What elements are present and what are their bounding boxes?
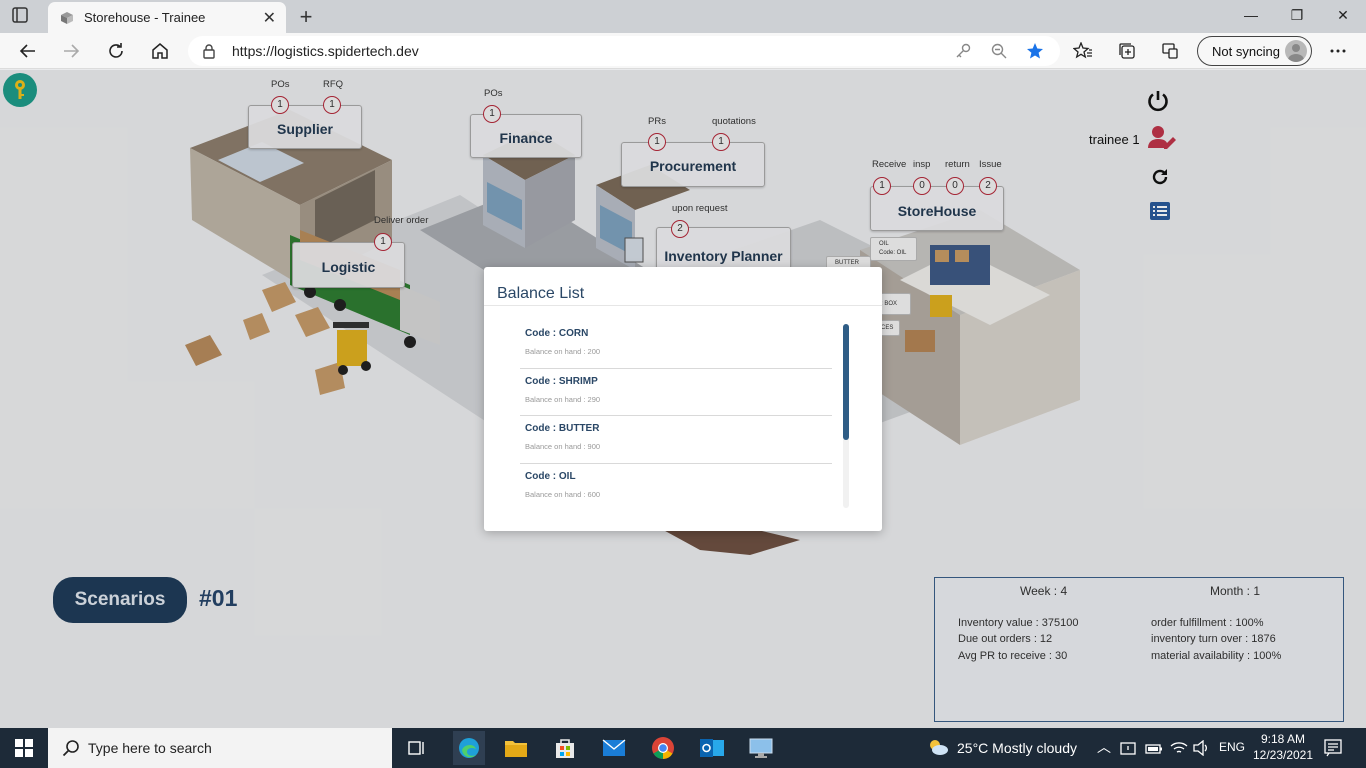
clock-date: 12/23/2021 (1252, 748, 1314, 762)
browser-tab-bar: Storehouse - Trainee ✕ + — ❐ ✕ (0, 0, 1366, 33)
item-code: Code : CORN (525, 328, 589, 339)
modal-divider (484, 305, 882, 306)
balance-list[interactable]: Code : CORN Balance on hand : 200 Code :… (520, 321, 832, 509)
notifications-icon[interactable] (1324, 739, 1342, 762)
favicon-icon (61, 12, 73, 24)
item-balance: Balance on hand : 900 (525, 442, 601, 451)
remote-desktop-icon[interactable] (747, 734, 775, 762)
tab-close-icon[interactable]: ✕ (263, 8, 276, 28)
item-code: Code : SHRIMP (525, 375, 598, 387)
tray-chevron-up-icon[interactable]: ︿ (1097, 737, 1111, 757)
weather-text[interactable]: 25°C Mostly cloudy (957, 740, 1077, 756)
zoom-out-icon[interactable] (990, 42, 1008, 60)
weather-cloud-icon[interactable] (927, 738, 949, 761)
tab-title: Storehouse - Trainee (84, 10, 206, 25)
list-item[interactable]: Code : OIL Balance on hand : 600 (520, 464, 832, 510)
tab-actions-icon[interactable] (12, 7, 36, 27)
taskbar-search-box[interactable]: Type here to search (48, 728, 392, 768)
list-item[interactable]: Code : CORN Balance on hand : 200 (520, 321, 832, 369)
modal-title: Balance List (497, 285, 585, 302)
battery-icon[interactable] (1145, 742, 1163, 760)
sync-devices-icon[interactable] (1157, 39, 1183, 63)
chrome-icon[interactable] (649, 734, 677, 762)
home-icon[interactable] (147, 39, 173, 63)
scrollbar-thumb[interactable] (843, 324, 849, 440)
restore-icon[interactable]: ❐ (1287, 7, 1307, 24)
wifi-icon[interactable] (1170, 740, 1188, 761)
store-icon[interactable] (551, 734, 579, 762)
windows-taskbar: Type here to search 25°C Mostly cloudy ︿… (0, 728, 1366, 768)
key-icon[interactable] (954, 42, 972, 60)
tray-network-alert-icon[interactable] (1120, 740, 1138, 761)
file-explorer-icon[interactable] (502, 734, 530, 762)
list-item[interactable]: Code : BUTTER Balance on hand : 900 (520, 416, 832, 464)
favorites-icon[interactable] (1070, 39, 1096, 63)
close-window-icon[interactable]: ✕ (1333, 7, 1353, 24)
edge-browser-icon[interactable] (453, 731, 485, 765)
outlook-icon[interactable] (698, 734, 726, 762)
url-text: https://logistics.spidertech.dev (232, 43, 419, 59)
balance-list-modal: Balance List Code : CORN Balance on hand… (484, 267, 882, 531)
clock-time: 9:18 AM (1260, 732, 1306, 746)
profile-sync-button[interactable]: Not syncing (1197, 36, 1312, 66)
list-scrollbar[interactable] (843, 324, 849, 508)
avatar (1285, 40, 1307, 62)
back-icon[interactable] (15, 39, 41, 63)
item-code: Code : OIL (525, 470, 576, 482)
item-balance: Balance on hand : 200 (525, 347, 601, 356)
address-bar[interactable]: https://logistics.spidertech.dev (188, 36, 1060, 66)
task-view-icon[interactable] (403, 734, 431, 762)
refresh-icon[interactable] (103, 39, 129, 63)
volume-icon[interactable] (1192, 739, 1210, 761)
search-placeholder: Type here to search (88, 740, 212, 756)
list-item[interactable]: Code : SHRIMP Balance on hand : 290 (520, 369, 832, 416)
favorite-star-icon[interactable] (1026, 42, 1044, 60)
collections-icon[interactable] (1114, 39, 1140, 63)
mail-icon[interactable] (600, 734, 628, 762)
forward-icon[interactable] (58, 39, 84, 63)
browser-tab[interactable]: Storehouse - Trainee ✕ (48, 2, 286, 33)
item-balance: Balance on hand : 600 (525, 489, 601, 499)
minimize-icon[interactable]: — (1241, 7, 1261, 23)
search-icon (62, 740, 79, 757)
sync-label: Not syncing (1212, 44, 1280, 59)
more-menu-icon[interactable] (1325, 39, 1351, 63)
new-tab-button[interactable]: + (294, 4, 318, 30)
browser-toolbar: https://logistics.spidertech.dev Not syn… (0, 33, 1366, 69)
start-windows-icon[interactable] (10, 734, 38, 762)
item-balance: Balance on hand : 290 (525, 394, 601, 404)
language-indicator[interactable]: ENG (1219, 740, 1245, 754)
item-code: Code : BUTTER (525, 423, 600, 434)
taskbar-clock[interactable]: 9:18 AM 12/23/2021 (1252, 731, 1314, 763)
lock-icon (203, 44, 215, 59)
page-content: POs RFQ Supplier 1 1 POs Finance 1 PRs q… (0, 70, 1366, 728)
